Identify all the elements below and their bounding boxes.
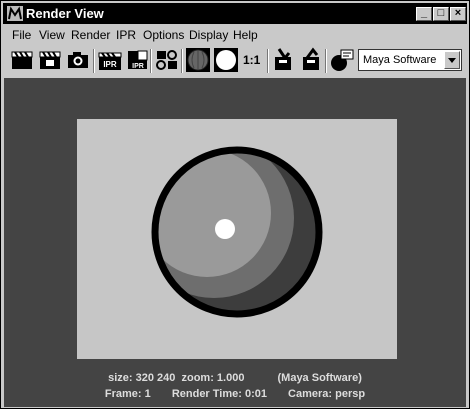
toolbar-separator <box>181 49 183 73</box>
menu-ipr[interactable]: IPR <box>116 28 136 42</box>
ipr-render-icon[interactable]: IPR <box>97 47 123 73</box>
menu-bar: File View Render IPR Options Display Hel… <box>3 25 467 45</box>
display-render-globals-icon[interactable] <box>329 47 355 73</box>
menu-file[interactable]: File <box>12 28 31 42</box>
renderer-dropdown[interactable]: Maya Software <box>358 49 462 71</box>
window-title: Render View <box>26 6 104 21</box>
render-region-icon[interactable] <box>154 47 180 73</box>
minimize-button[interactable]: _ <box>416 7 432 21</box>
maximize-button[interactable]: □ <box>433 7 449 21</box>
chevron-down-icon[interactable] <box>444 51 460 69</box>
menu-display[interactable]: Display <box>189 28 228 42</box>
alpha-channel-icon[interactable] <box>213 47 239 73</box>
camera-text: Camera: persp <box>288 388 366 400</box>
menu-options[interactable]: Options <box>143 28 184 42</box>
redo-render-clapper-icon[interactable] <box>37 47 63 73</box>
render-toolbar: IPR IPR 1:1 Maya Software <box>3 46 467 75</box>
toolbar-separator <box>150 49 152 73</box>
renderer-selected-value: Maya Software <box>363 54 437 66</box>
render-view-window: Render View _ □ × File View Render IPR O… <box>0 0 470 409</box>
render-info-line-2: Frame: 1 Render Time: 0:01 Camera: persp <box>4 388 466 400</box>
toolbar-separator <box>325 49 327 73</box>
title-bar[interactable]: Render View _ □ × <box>3 3 467 24</box>
render-clapper-icon[interactable] <box>9 47 35 73</box>
frame-text: Frame: 1 <box>104 388 151 400</box>
rendered-image <box>77 119 397 359</box>
svg-text:IPR: IPR <box>103 60 117 69</box>
renderer-text: (Maya Software) <box>277 372 362 384</box>
zoom-text: zoom: 1.000 <box>181 372 245 384</box>
toolbar-separator <box>267 49 269 73</box>
render-info-line-1: size: 320 240 zoom: 1.000 (Maya Software… <box>4 372 466 384</box>
maya-app-icon <box>7 6 23 21</box>
menu-view[interactable]: View <box>39 28 65 42</box>
rgb-channels-icon[interactable] <box>185 47 211 73</box>
render-viewport[interactable]: size: 320 240 zoom: 1.000 (Maya Software… <box>4 78 466 407</box>
render-time-text: Render Time: 0:01 <box>171 388 267 400</box>
rendered-sphere-image <box>151 146 323 318</box>
image-size-text: size: 320 240 <box>108 372 176 384</box>
remove-image-icon[interactable] <box>299 47 325 73</box>
real-size-button[interactable]: 1:1 <box>243 53 260 67</box>
svg-text:IPR: IPR <box>132 63 144 70</box>
toolbar-separator <box>93 49 95 73</box>
menu-help[interactable]: Help <box>233 28 258 42</box>
snapshot-camera-icon[interactable] <box>65 47 91 73</box>
menu-render[interactable]: Render <box>71 28 110 42</box>
keep-image-icon[interactable] <box>271 47 297 73</box>
close-button[interactable]: × <box>450 7 466 21</box>
refresh-ipr-icon[interactable]: IPR <box>125 47 151 73</box>
